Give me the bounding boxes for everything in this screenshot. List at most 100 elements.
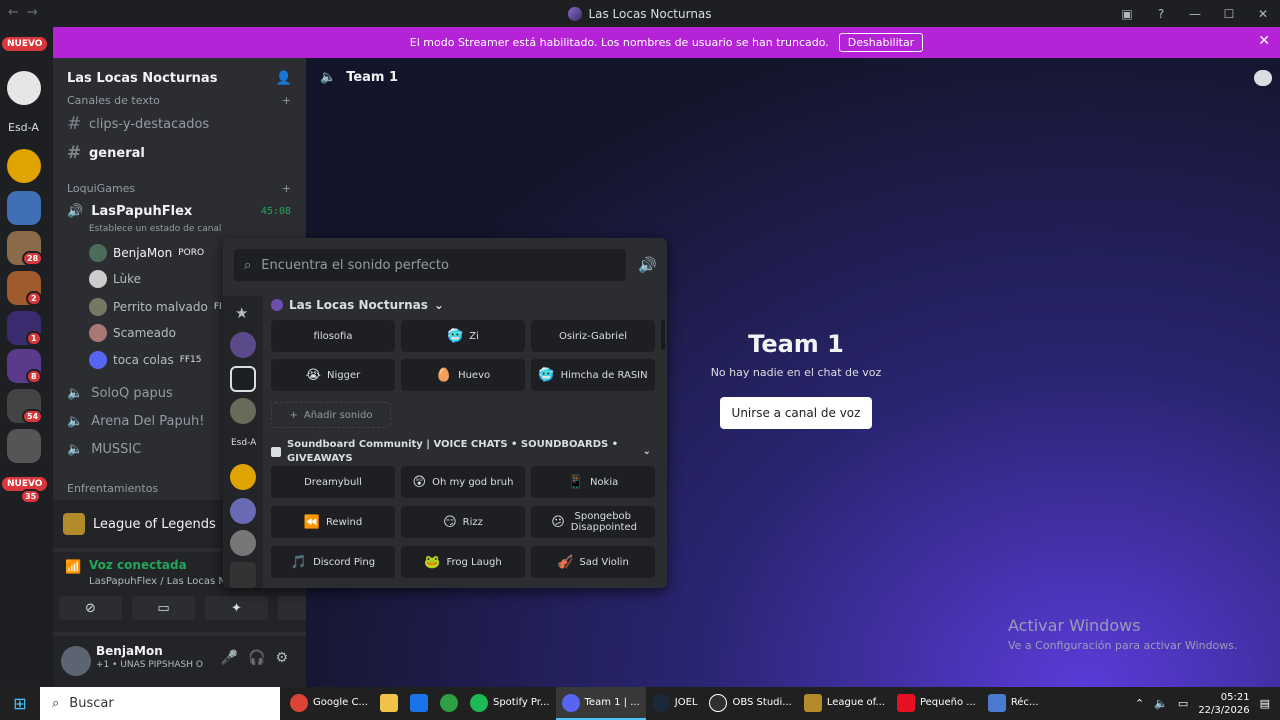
chevron-up-icon[interactable]: ⌃ xyxy=(1135,697,1144,710)
star-icon[interactable]: ★ xyxy=(235,304,248,322)
sound-tile[interactable]: 😕 Spongebob Disappointed xyxy=(531,506,655,538)
taskbar-app-spotify[interactable]: Spotify Pr... xyxy=(464,687,556,720)
voice-buttons: ⊘ ▭ ✦ ♫ xyxy=(59,596,341,620)
voice-connected-title[interactable]: Voz conectada xyxy=(89,558,187,572)
rail-server-icon[interactable] xyxy=(230,464,256,490)
maximize-button[interactable]: ☐ xyxy=(1212,7,1246,21)
activities-button[interactable]: ✦ xyxy=(205,596,268,620)
server-esd-label[interactable]: Esd-A xyxy=(8,121,39,134)
windows-start-icon[interactable]: ⊞ xyxy=(0,694,40,713)
rail-server-icon[interactable] xyxy=(230,530,256,556)
add-member-icon[interactable]: 👤 xyxy=(276,71,292,86)
search-icon: ⌕ xyxy=(52,696,60,711)
voice-member[interactable]: BenjaMon PORO xyxy=(89,244,204,262)
disable-streamer-button[interactable]: Deshabilitar xyxy=(838,33,924,52)
join-voice-button[interactable]: Unirse a canal de voz xyxy=(719,397,873,429)
user-name[interactable]: BenjaMon xyxy=(96,644,163,658)
voice-channel[interactable]: 🔈 Arena Del Papuh! xyxy=(67,414,204,429)
sound-emoji: 🥶 xyxy=(538,367,555,383)
volume-icon[interactable]: 🔊 xyxy=(638,256,657,274)
sound-search[interactable]: ⌕ Encuentra el sonido perfecto xyxy=(234,249,626,281)
sound-tile[interactable]: filosofia xyxy=(271,320,395,352)
voice-member[interactable]: Perrito malvado FI xyxy=(89,298,222,316)
sound-tile[interactable]: 🐸 Frog Laugh xyxy=(401,546,525,578)
server-icon xyxy=(271,299,283,311)
gear-icon[interactable]: ⚙ xyxy=(275,650,298,666)
voice-channel-active[interactable]: 🔊 LasPapuhFlex 45:08 xyxy=(67,204,291,219)
channel-header: 🔈 Team 1 xyxy=(320,70,398,85)
taskbar-app-league[interactable]: League of... xyxy=(798,687,891,720)
server-icon-3[interactable] xyxy=(7,191,41,225)
voice-member[interactable]: Scameado xyxy=(89,324,176,342)
server-icon-2[interactable] xyxy=(7,149,41,183)
speaker-icon: 🔈 xyxy=(320,70,337,85)
taskbar-app-steam[interactable]: JOEL xyxy=(646,687,704,720)
sound-tile[interactable]: 📱 Nokia xyxy=(531,466,655,498)
channel-general[interactable]: # general xyxy=(67,143,145,163)
screen-share-button[interactable]: ▭ xyxy=(132,596,195,620)
minimize-button[interactable]: — xyxy=(1178,7,1212,21)
voice-channel[interactable]: 🔈 MUSSIC xyxy=(67,442,141,457)
sound-tile[interactable]: 🥶 Zi xyxy=(401,320,525,352)
nav-arrows[interactable]: ←→ xyxy=(8,5,46,20)
plus-icon[interactable]: + xyxy=(282,182,291,195)
sound-tile[interactable]: Osiriz-Gabriel xyxy=(531,320,655,352)
sound-label: Discord Ping xyxy=(313,556,376,568)
close-button[interactable]: ✕ xyxy=(1246,7,1280,21)
sound-section-header[interactable]: Soundboard Community | VOICE CHATS • SOU… xyxy=(271,438,651,466)
sound-tile[interactable]: ⏪ Rewind xyxy=(271,506,395,538)
help-icon[interactable]: ? xyxy=(1144,7,1178,21)
sound-tile[interactable]: 🎵 Discord Ping xyxy=(271,546,395,578)
taskbar-app-explorer[interactable] xyxy=(374,687,404,720)
sound-tile[interactable]: 😭 Nigger xyxy=(271,359,395,391)
sound-tile[interactable]: 😏 Rizz xyxy=(401,506,525,538)
taskbar-app-outlook[interactable] xyxy=(404,687,434,720)
taskbar-app-chrome[interactable]: Google C... xyxy=(284,687,374,720)
channel-clips[interactable]: # clips-y-destacados xyxy=(67,114,209,134)
category-label: LoquiGames xyxy=(67,182,136,195)
sound-tile[interactable]: 😲 Oh my god bruh xyxy=(401,466,525,498)
rail-server-icon[interactable] xyxy=(230,332,256,358)
rail-server-icon[interactable] xyxy=(230,398,256,424)
discord-icon xyxy=(561,693,580,712)
inbox-icon[interactable]: ▣ xyxy=(1110,7,1144,21)
camera-off-button[interactable]: ⊘ xyxy=(59,596,122,620)
network-icon[interactable]: ▭ xyxy=(1178,697,1188,710)
server-icon-1[interactable] xyxy=(7,71,41,105)
category-text[interactable]: Canales de texto + xyxy=(67,94,291,107)
category-games[interactable]: LoquiGames + xyxy=(67,182,291,195)
taskbar-app-obs[interactable]: OBS Studi... xyxy=(703,687,797,720)
music-icon[interactable] xyxy=(230,366,256,392)
sound-tile[interactable]: Dreamybull xyxy=(271,466,395,498)
server-header[interactable]: Las Locas Nocturnas 👤 xyxy=(53,58,306,98)
close-icon[interactable]: ✕ xyxy=(1258,33,1270,49)
voice-member[interactable]: Lùke xyxy=(89,270,141,288)
rail-server-icon[interactable] xyxy=(230,562,256,588)
scrollbar[interactable] xyxy=(661,320,665,350)
sound-tile[interactable]: 🎻 Sad Violin xyxy=(531,546,655,578)
taskbar-app-rec[interactable]: Réc... xyxy=(982,687,1045,720)
speaker-icon[interactable]: 🔈 xyxy=(1154,697,1168,710)
sound-section-header[interactable]: Las Locas Nocturnas ⌄ xyxy=(271,298,444,312)
headset-icon[interactable]: 🎧 xyxy=(248,650,275,666)
notification-icon[interactable]: ▤ xyxy=(1260,697,1270,710)
add-sound-button[interactable]: + Añadir sonido xyxy=(271,402,391,428)
mic-icon[interactable]: 🎤 xyxy=(221,650,248,666)
taskbar-app-pequeno[interactable]: Pequeño ... xyxy=(891,687,982,720)
taskbar-app-discord[interactable]: Team 1 | ... xyxy=(555,687,646,720)
taskbar-app-xbox[interactable] xyxy=(434,687,464,720)
rail-esd-label[interactable]: Esd-A xyxy=(231,438,256,448)
plus-icon[interactable]: + xyxy=(282,94,291,107)
channel-status[interactable]: Establece un estado de canal xyxy=(89,224,221,234)
taskbar-search[interactable]: ⌕ Buscar xyxy=(40,687,280,720)
sound-tile[interactable]: 🥚 Huevo xyxy=(401,359,525,391)
voice-channel[interactable]: 🔈 SoloQ papus xyxy=(67,386,173,401)
rail-server-icon[interactable] xyxy=(230,498,256,524)
avatar[interactable] xyxy=(61,646,91,676)
sound-label: filosofia xyxy=(313,330,353,342)
server-icon-8[interactable] xyxy=(7,429,41,463)
clock[interactable]: 05:21 22/3/2026 xyxy=(1198,691,1249,717)
chat-icon[interactable] xyxy=(1254,70,1272,86)
sound-tile[interactable]: 🥶 Himcha de RASIN xyxy=(531,359,655,391)
voice-member[interactable]: toca colas FF15 xyxy=(89,351,202,369)
